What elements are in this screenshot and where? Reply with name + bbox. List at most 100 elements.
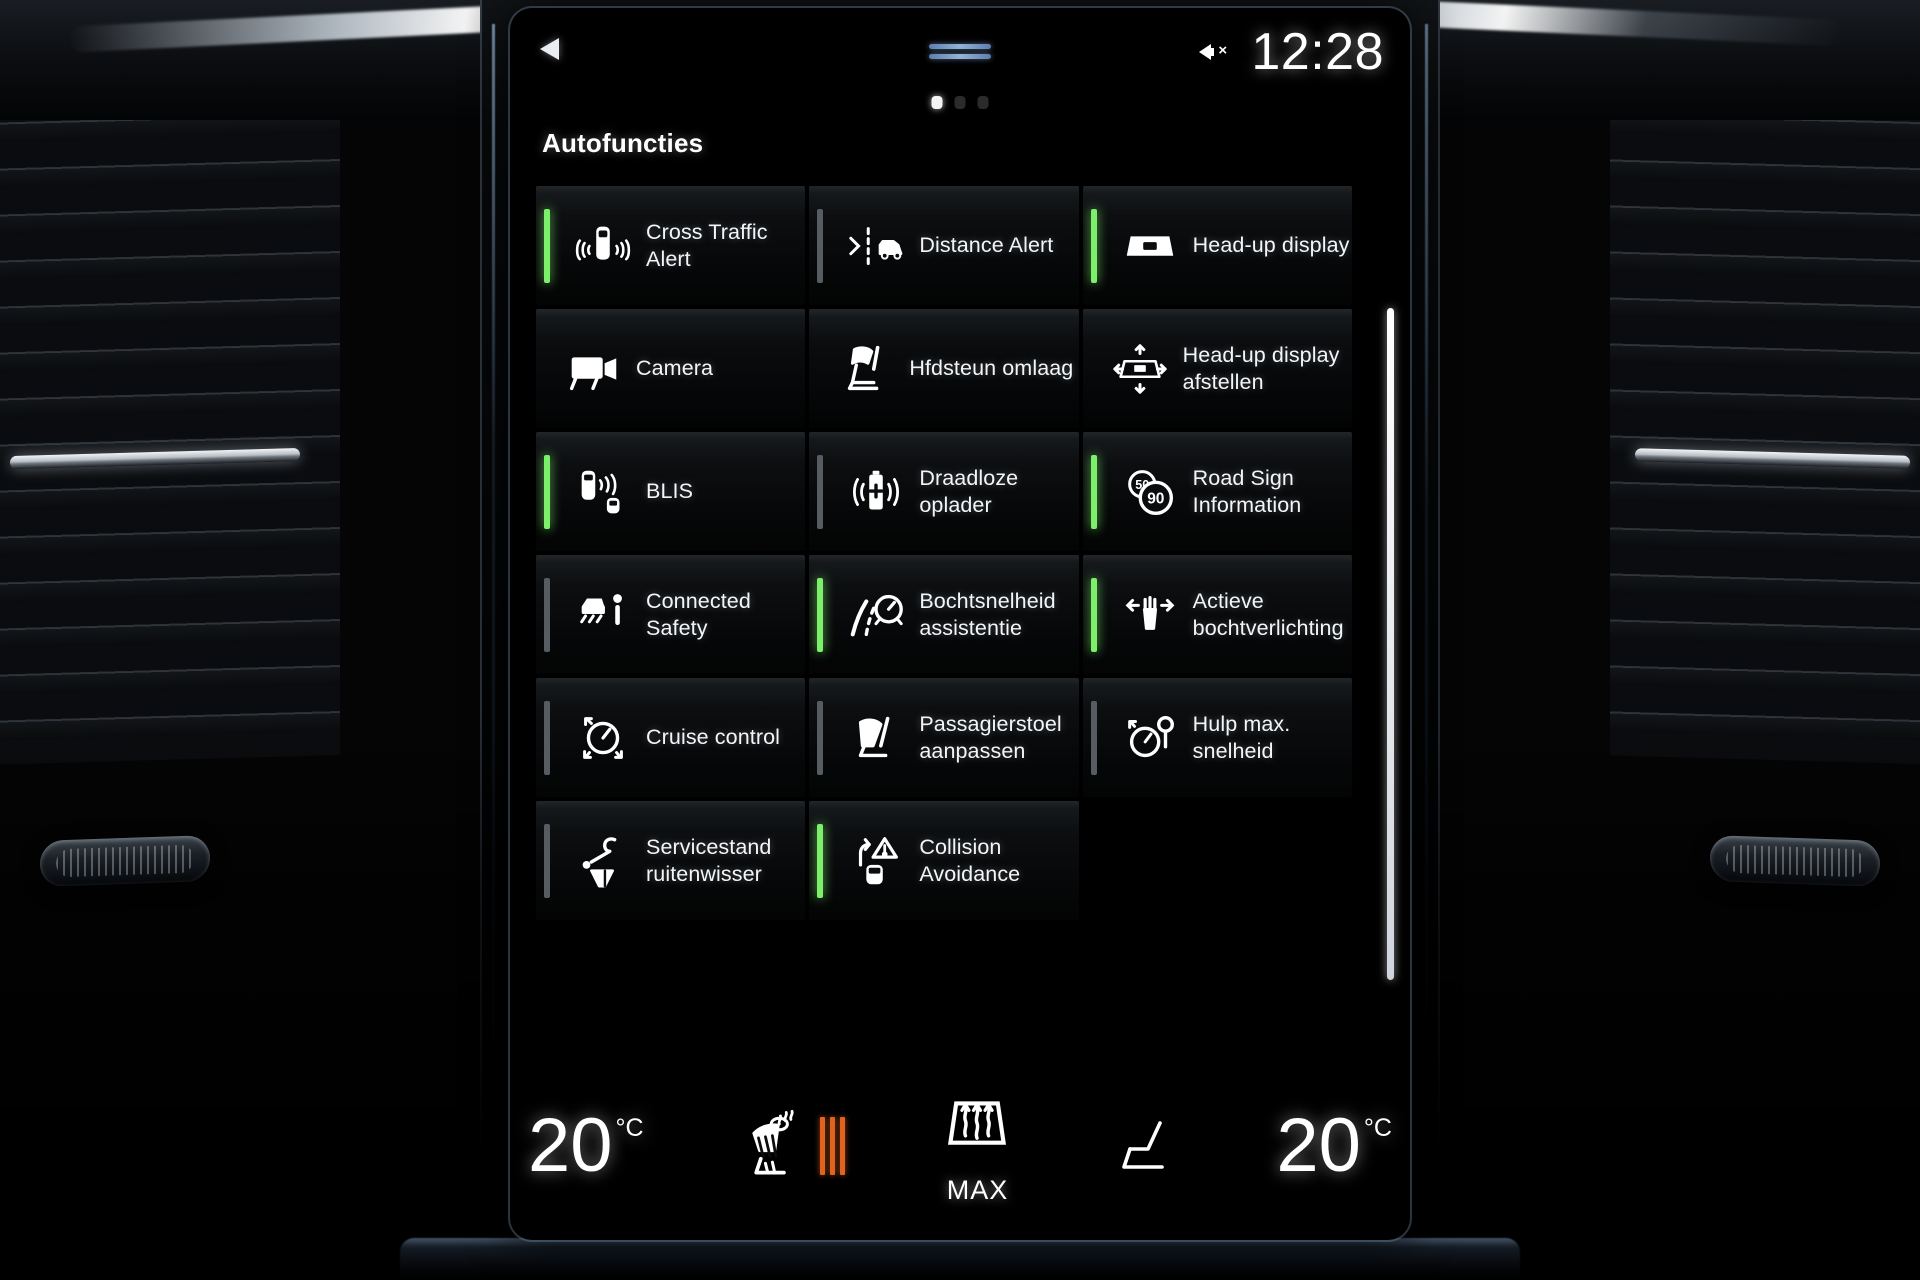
- tile-camera[interactable]: Camera: [536, 309, 806, 428]
- door-handle-left: [40, 835, 210, 887]
- seat-icon: [1110, 1115, 1180, 1177]
- collision-avoidance-icon: [845, 830, 907, 892]
- tile-label: Connected Safety: [646, 588, 751, 640]
- tile-label: BLIS: [646, 479, 694, 503]
- tile-empty-slot: [1083, 801, 1352, 920]
- status-right-group: × 12:28: [1199, 26, 1384, 78]
- tile-cross-traffic-alert[interactable]: Cross Traffic Alert: [536, 186, 806, 305]
- tile-cruise-control[interactable]: Cruise control: [536, 678, 806, 797]
- tile-max-speed-assist[interactable]: Hulp max. snelheid: [1082, 678, 1352, 797]
- panel-edge-highlight-right: [1425, 24, 1428, 1224]
- wiper-service-position-icon: [572, 830, 634, 892]
- status-indicator: [1090, 454, 1097, 529]
- status-bar: × 12:28: [510, 8, 1410, 94]
- page-dot-3[interactable]: [977, 96, 989, 109]
- driver-temperature-unit: °C: [615, 1114, 644, 1142]
- tile-row: Cross Traffic Alert Distance Alert Head-…: [536, 186, 1352, 305]
- tile-headrest-down[interactable]: Hfdsteun omlaag: [809, 309, 1079, 428]
- status-indicator: [544, 208, 550, 283]
- wireless-charger-icon: [845, 461, 907, 523]
- tile-label: Camera: [636, 356, 714, 380]
- distance-alert-icon: [845, 215, 907, 277]
- vertical-scrollbar[interactable]: [1387, 308, 1394, 980]
- max-defrost-button[interactable]: MAX: [940, 1087, 1014, 1206]
- tile-label: Road Sign Information: [1192, 465, 1302, 517]
- passenger-seat-adjust-icon: [845, 707, 907, 769]
- head-up-display-icon: [1119, 215, 1181, 277]
- climate-bar: 20 °C MAX 20 °C: [510, 1086, 1410, 1206]
- driver-temperature-value: 20: [528, 1103, 613, 1188]
- tile-label: Distance Alert: [919, 233, 1054, 257]
- cruise-control-icon: [572, 707, 634, 769]
- road-sign-information-icon: 50 90: [1119, 461, 1181, 523]
- blind-spot-information-icon: [572, 461, 634, 523]
- page-indicator-dots[interactable]: [931, 96, 989, 109]
- status-indicator: [544, 577, 550, 652]
- door-handle-right: [1710, 835, 1880, 887]
- tile-wireless-charger[interactable]: Draadloze oplader: [809, 432, 1079, 551]
- status-indicator: [1090, 700, 1097, 775]
- tile-road-sign-information[interactable]: 50 90 Road Sign Information: [1082, 432, 1352, 551]
- page-dot-2[interactable]: [954, 96, 966, 109]
- tile-label: Head-up display afstellen: [1182, 342, 1340, 394]
- status-indicator: [817, 700, 824, 775]
- tile-row: Cruise control Passagierstoel aanpassen: [536, 678, 1352, 797]
- status-indicator: [817, 454, 824, 529]
- tile-label: Actieve bochtverlichting: [1192, 588, 1344, 640]
- head-up-display-adjust-icon: [1109, 338, 1171, 400]
- clock: 12:28: [1251, 23, 1384, 81]
- tile-distance-alert[interactable]: Distance Alert: [809, 186, 1079, 305]
- passenger-temperature-value: 20: [1276, 1103, 1361, 1188]
- status-indicator: [817, 823, 824, 898]
- heat-level-bar: [819, 1117, 825, 1175]
- infotainment-screen[interactable]: × 12:28 Autofuncties Cross Traffic Alert…: [510, 8, 1410, 1240]
- active-bending-lights-icon: [1119, 584, 1181, 646]
- tile-label: Head-up display: [1192, 233, 1350, 257]
- tile-active-bending-lights[interactable]: Actieve bochtverlichting: [1082, 555, 1352, 674]
- status-indicator: [817, 208, 824, 283]
- passenger-seat-button[interactable]: [1110, 1115, 1180, 1177]
- status-indicator: [1090, 208, 1097, 283]
- heat-level-bar: [839, 1117, 845, 1175]
- tile-collision-avoidance[interactable]: Collision Avoidance: [809, 801, 1079, 920]
- tile-blis[interactable]: BLIS: [536, 432, 806, 551]
- heated-seat-driver-button[interactable]: [740, 1103, 845, 1189]
- status-indicator: [544, 823, 550, 898]
- page-dot-1[interactable]: [931, 96, 943, 109]
- tile-head-up-display[interactable]: Head-up display: [1082, 186, 1352, 305]
- max-defrost-icon: [940, 1087, 1014, 1173]
- drag-handle-icon[interactable]: [929, 44, 991, 64]
- dashboard-scene: × 12:28 Autofuncties Cross Traffic Alert…: [0, 0, 1920, 1280]
- connected-safety-icon: [572, 584, 634, 646]
- driver-temperature[interactable]: 20 °C: [528, 1108, 644, 1184]
- tile-row: Servicestand ruitenwisser Collision Avoi…: [536, 801, 1352, 920]
- passenger-temperature-unit: °C: [1363, 1114, 1392, 1142]
- tile-curve-speed-assist[interactable]: Bochtsnelheid assistentie: [809, 555, 1079, 674]
- tile-label: Bochtsnelheid assistentie: [919, 588, 1056, 640]
- heated-seat-icon: [740, 1103, 814, 1189]
- page-title: Autofuncties: [542, 128, 704, 158]
- status-indicator: [544, 454, 550, 529]
- tile-row: BLIS Draadloze oplader 50 90 Road Sign I…: [536, 432, 1352, 551]
- function-tile-grid: Cross Traffic Alert Distance Alert Head-…: [536, 186, 1352, 924]
- tile-passenger-seat-adjust[interactable]: Passagierstoel aanpassen: [809, 678, 1079, 797]
- svg-text:90: 90: [1147, 490, 1164, 507]
- tile-wiper-service-position[interactable]: Servicestand ruitenwisser: [536, 801, 806, 920]
- tile-label: Cruise control: [646, 725, 781, 749]
- camera-icon: [562, 338, 624, 400]
- passenger-temperature[interactable]: 20 °C: [1276, 1108, 1392, 1184]
- tile-connected-safety[interactable]: Connected Safety: [536, 555, 806, 674]
- tile-label: Servicestand ruitenwisser: [646, 834, 772, 886]
- tile-row: Camera Hfdsteun omlaag Head-up display a…: [536, 309, 1352, 428]
- tile-label: Hulp max. snelheid: [1192, 711, 1291, 763]
- tile-label: Collision Avoidance: [919, 834, 1021, 886]
- tile-head-up-display-adjust[interactable]: Head-up display afstellen: [1082, 309, 1352, 428]
- volume-mute-icon[interactable]: ×: [1199, 37, 1233, 67]
- status-indicator: [544, 700, 550, 775]
- lower-console-trim: [400, 1238, 1520, 1280]
- max-defrost-label: MAX: [946, 1174, 1009, 1205]
- tile-label: Draadloze oplader: [919, 465, 1019, 517]
- navigation-arrow-icon[interactable]: [540, 38, 559, 60]
- heated-seat-level-bars: [819, 1117, 845, 1175]
- max-speed-assist-icon: [1119, 707, 1181, 769]
